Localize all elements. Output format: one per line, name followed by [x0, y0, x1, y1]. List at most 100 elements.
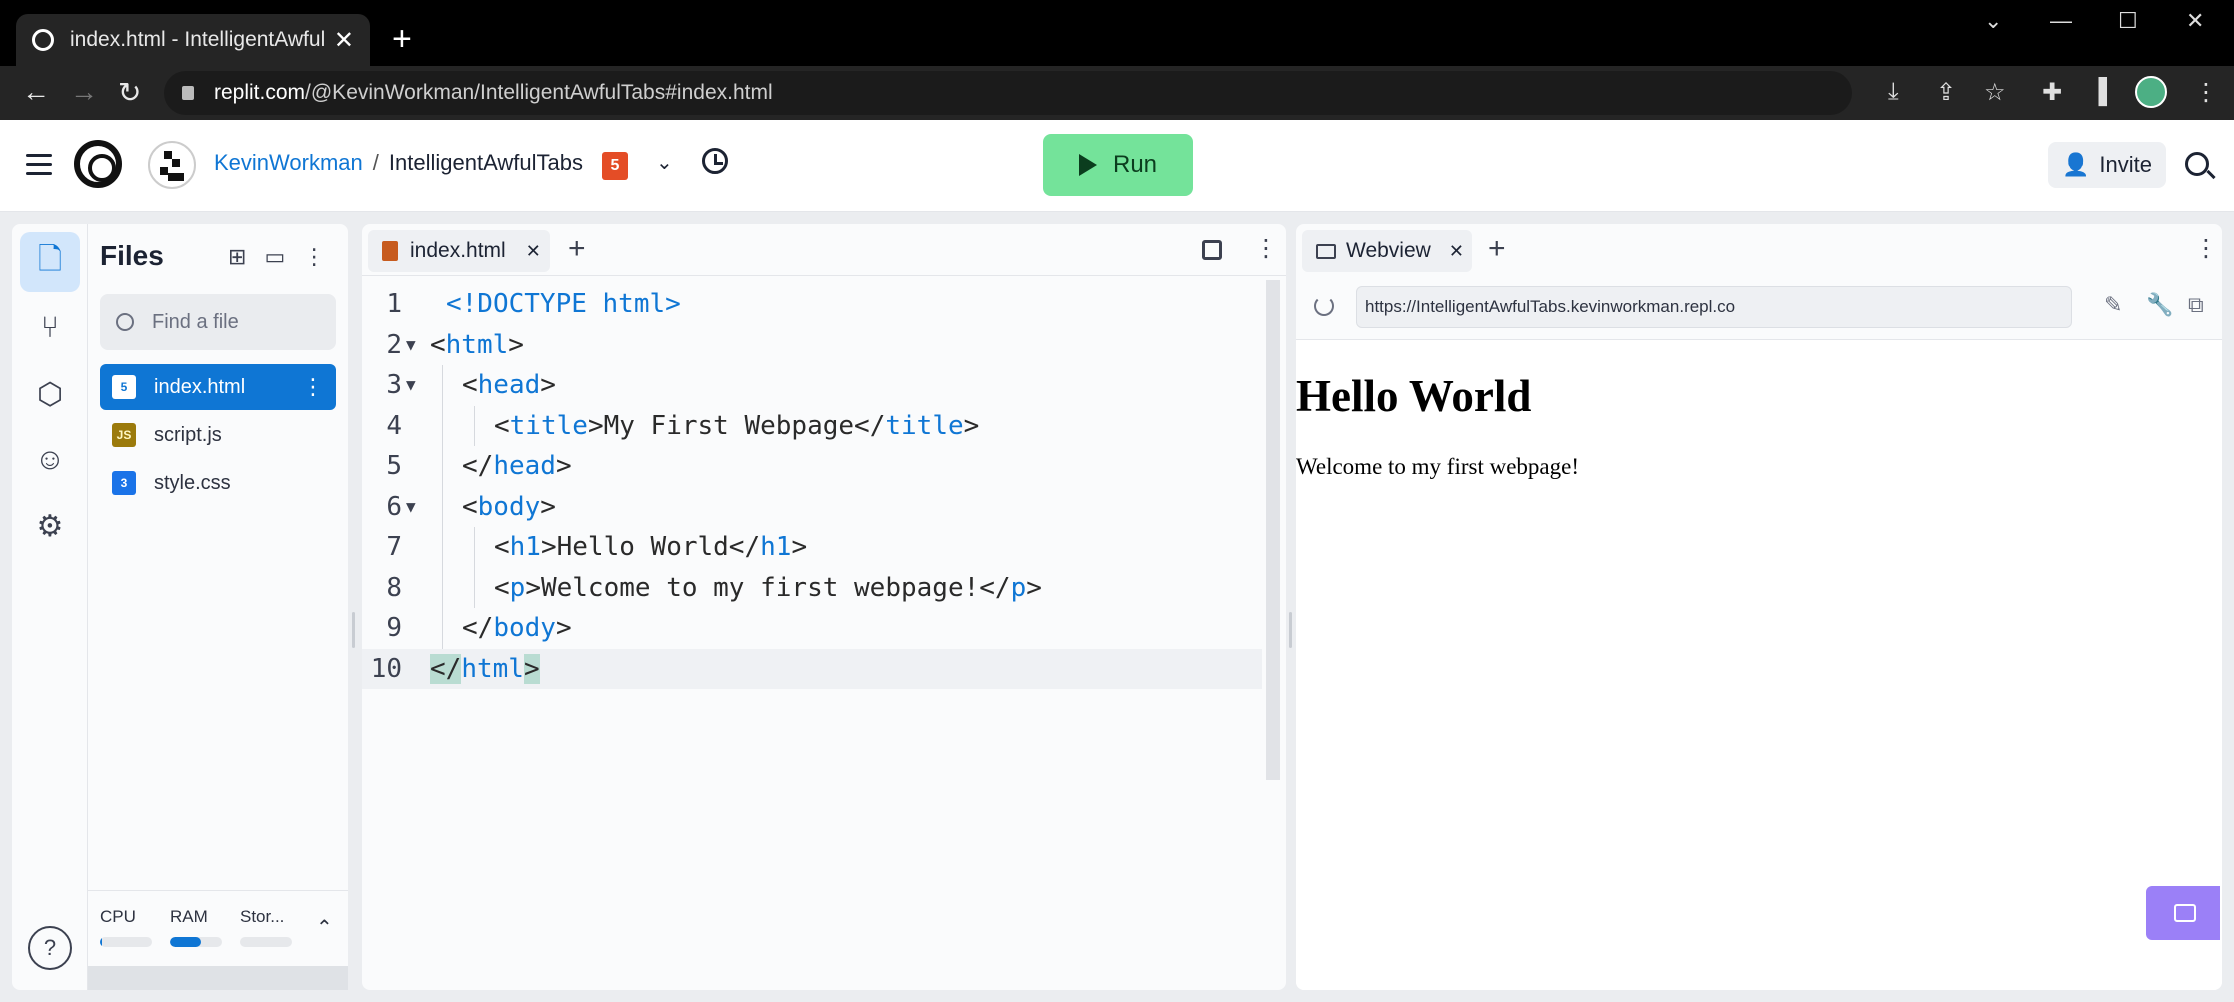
bookmark-star-icon[interactable]: ☆ [1984, 78, 2006, 107]
packages-tool-icon[interactable]: ⬡ [20, 364, 80, 424]
file-item[interactable]: 3 style.css [100, 460, 336, 506]
pane-resize-handle[interactable] [1289, 612, 1292, 648]
settings-gear-icon[interactable]: ⚙ [20, 496, 80, 556]
replit-header: KevinWorkman / IntelligentAwfulTabs 5 ⌄ … [0, 120, 2234, 212]
fold-arrow-icon[interactable]: ▼ [406, 487, 416, 528]
close-icon[interactable]: ✕ [526, 241, 541, 262]
html5-icon [382, 241, 398, 261]
back-icon[interactable]: ← [22, 76, 50, 108]
reload-icon[interactable]: ↻ [118, 76, 141, 109]
minimize-icon[interactable]: — [2050, 8, 2072, 34]
run-button[interactable]: Run [1043, 134, 1193, 196]
line-number: 7 [386, 532, 402, 562]
webview-content: Hello World Welcome to my first webpage! [1296, 340, 2222, 990]
code-text: <body> [462, 491, 556, 522]
files-panel: Files ⊞ ▭ ⋮ Find a file 5 index.html ⋮ JS sc… [88, 224, 348, 990]
side-panel-icon[interactable]: ▐ [2090, 78, 2107, 106]
code-line[interactable]: 4 <title>My First Webpage</title> [362, 405, 1262, 446]
resource-usage[interactable]: CPU RAM Stor... ⌃ [88, 890, 348, 990]
code-line[interactable]: 5 </head> [362, 446, 1262, 487]
breadcrumb-user-link[interactable]: KevinWorkman [214, 150, 363, 176]
resource-label: RAM [170, 907, 208, 926]
chevron-down-icon[interactable]: ⌄ [1984, 8, 2002, 34]
code-text: <head> [462, 370, 556, 400]
webview-menu-icon[interactable]: ⋮ [2194, 234, 2218, 263]
extensions-icon[interactable]: ✚ [2042, 78, 2062, 107]
line-number: 9 [386, 613, 402, 643]
webview-url: https://IntelligentAwfulTabs.kevinworkma… [1365, 297, 1736, 316]
line-number: 6 [386, 491, 402, 522]
webview-pane: Webview ✕ + ⋮ https://IntelligentAwfulTa… [1296, 224, 2222, 990]
pane-resize-handle[interactable] [352, 612, 355, 648]
webview-url-input[interactable]: https://IntelligentAwfulTabs.kevinworkma… [1356, 286, 2072, 328]
forward-icon[interactable]: → [70, 76, 98, 108]
files-tool-icon[interactable]: 🗋 [20, 232, 80, 292]
url-path: /@KevinWorkman/IntelligentAwfulTabs#inde… [305, 81, 773, 104]
add-tab-icon[interactable]: + [568, 232, 586, 266]
new-file-icon[interactable]: ⊞ [228, 244, 246, 270]
html5-icon: 5 [602, 152, 628, 180]
resource-meter [240, 937, 292, 947]
editor-tab-index-html[interactable]: index.html ✕ [368, 230, 550, 272]
devtools-wrench-icon[interactable]: 🔧 [2146, 292, 2173, 318]
code-line[interactable]: 8 <p>Welcome to my first webpage!</p> [362, 567, 1262, 608]
line-number: 2 [386, 329, 402, 360]
html-file-icon: 5 [112, 375, 136, 399]
repl-avatar[interactable] [148, 141, 196, 189]
editor-scrollbar[interactable] [1266, 280, 1280, 780]
code-line[interactable]: 10 </html> [362, 648, 1262, 689]
webview-tab[interactable]: Webview ✕ [1302, 230, 1472, 272]
file-menu-icon[interactable]: ⋮ [302, 374, 324, 400]
chrome-menu-icon[interactable]: ⋮ [2194, 78, 2218, 107]
search-icon[interactable] [2185, 152, 2209, 176]
close-window-icon[interactable]: ✕ [2186, 8, 2204, 34]
fold-arrow-icon[interactable]: ▼ [406, 365, 416, 406]
file-name: script.js [154, 423, 222, 446]
chat-icon[interactable] [2146, 886, 2220, 940]
editor-menu-icon[interactable]: ⋮ [1254, 234, 1278, 263]
file-search-input[interactable]: Find a file [100, 294, 336, 350]
line-number: 3 [386, 370, 402, 400]
code-text: </html> [430, 653, 540, 684]
resource-label: Stor... [240, 907, 285, 926]
add-tab-icon[interactable]: + [1488, 232, 1506, 266]
new-folder-icon[interactable]: ▭ [264, 244, 285, 270]
new-tab-button[interactable]: + [392, 20, 412, 58]
project-name[interactable]: IntelligentAwfulTabs [389, 150, 583, 176]
file-item[interactable]: 5 index.html ⋮ [100, 364, 336, 410]
breadcrumb-separator: / [372, 150, 379, 175]
close-icon[interactable]: ✕ [1449, 241, 1464, 262]
code-line[interactable]: 2 ▼ <html> [362, 325, 1262, 366]
chevron-down-icon[interactable]: ⌄ [656, 150, 673, 175]
help-icon[interactable]: ? [28, 926, 72, 970]
code-text: <p>Welcome to my first webpage!</p> [494, 572, 1042, 603]
chevron-up-icon[interactable]: ⌃ [316, 915, 333, 940]
code-line[interactable]: 6 ▼ <body> [362, 486, 1262, 528]
browser-tab[interactable]: index.html - IntelligentAwfulTabs ✕ [16, 14, 370, 66]
share-icon[interactable]: ⇪ [1936, 78, 1956, 107]
code-line[interactable]: 1 <!DOCTYPE html> [362, 284, 1262, 325]
git-tool-icon[interactable]: ⑂ [20, 298, 80, 358]
file-item[interactable]: JS script.js [100, 412, 336, 458]
code-line[interactable]: 3 ▼ <head> [362, 365, 1262, 406]
history-icon[interactable] [702, 148, 728, 174]
install-icon[interactable]: ⤓ [1888, 78, 1899, 106]
address-bar[interactable]: replit.com/@KevinWorkman/IntelligentAwfu… [164, 71, 1852, 115]
profile-avatar[interactable] [2135, 76, 2167, 108]
close-tab-icon[interactable]: ✕ [334, 26, 354, 55]
code-line[interactable]: 7 <h1>Hello World</h1> [362, 527, 1262, 568]
hamburger-menu-icon[interactable] [26, 154, 52, 181]
code-line[interactable]: 9 </body> [362, 608, 1262, 649]
maximize-icon[interactable]: ☐ [2118, 8, 2138, 34]
code-area[interactable]: 1 <!DOCTYPE html> 2 ▼ <html> 3 ▼ <head> 4 <title>… [362, 284, 1262, 689]
replit-logo-icon[interactable] [74, 140, 122, 188]
files-actions: ⊞ ▭ ⋮ [228, 244, 325, 270]
fold-arrow-icon[interactable]: ▼ [406, 325, 416, 366]
user-tool-icon[interactable]: ☺ [20, 430, 80, 490]
edit-pencil-icon[interactable]: ✎ [2104, 292, 2122, 318]
invite-button[interactable]: 👤 Invite [2048, 142, 2166, 188]
open-new-window-icon[interactable]: ⧉ [2188, 292, 2204, 318]
minimap-icon[interactable] [1202, 240, 1222, 260]
files-menu-icon[interactable]: ⋮ [303, 244, 325, 270]
refresh-icon[interactable] [1314, 296, 1334, 316]
